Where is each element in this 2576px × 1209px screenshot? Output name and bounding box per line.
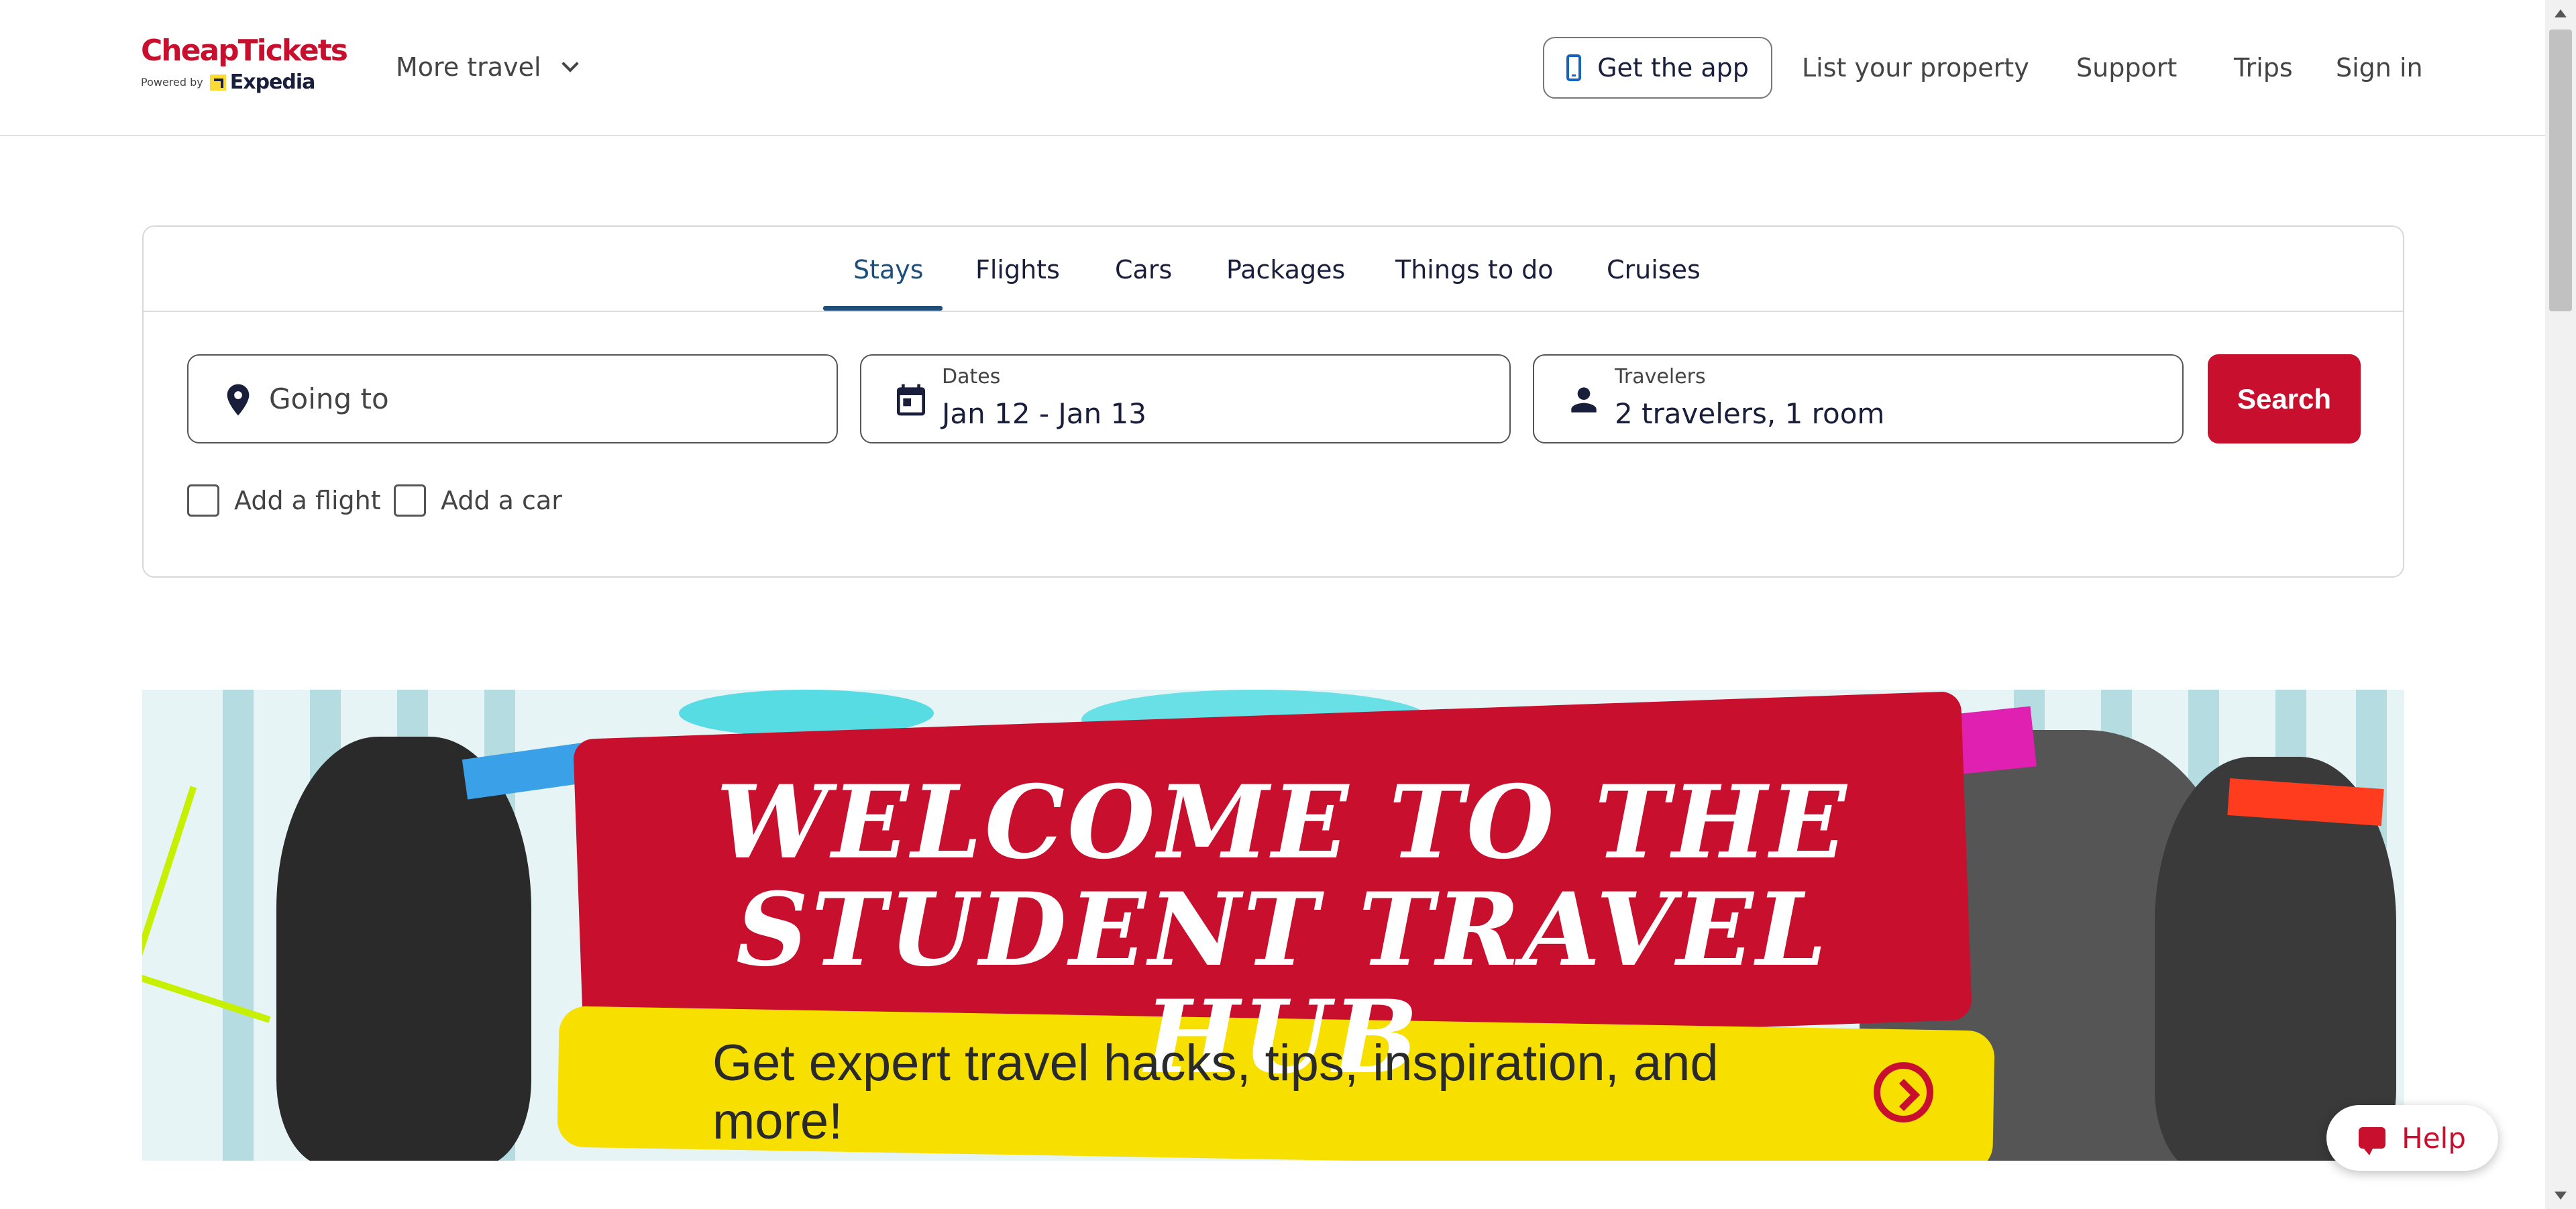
dates-value: Jan 12 - Jan 13: [942, 397, 1146, 430]
search-tabs: Stays Flights Cars Packages Things to do…: [144, 227, 2403, 312]
help-button[interactable]: Help: [2326, 1105, 2498, 1171]
tab-packages[interactable]: Packages: [1226, 227, 1345, 312]
scroll-thumb[interactable]: [2549, 30, 2572, 311]
calendar-icon: [897, 384, 925, 416]
add-flight-label: Add a flight: [234, 486, 381, 515]
expedia-wordmark: Expedia: [229, 70, 316, 94]
travelers-label: Travelers: [1615, 365, 1706, 388]
active-tab-indicator: [823, 306, 943, 311]
list-your-property-link[interactable]: List your property: [1802, 47, 2029, 89]
banner-subline-text: Get expert travel hacks, tips, inspirati…: [712, 1035, 1719, 1150]
add-car-label: Add a car: [441, 486, 562, 515]
cheaptickets-logo[interactable]: CheapTickets Powered by Expedia: [141, 34, 348, 101]
location-pin-icon: [227, 384, 250, 416]
tab-things-to-do[interactable]: Things to do: [1395, 227, 1554, 312]
logo-wordmark: CheapTickets: [141, 34, 348, 68]
chevron-down-icon: [561, 55, 579, 72]
tab-flights[interactable]: Flights: [975, 227, 1060, 312]
logo-powered-by: Powered by Expedia: [141, 70, 329, 94]
scroll-down-arrow-icon[interactable]: [2555, 1192, 2567, 1200]
powered-by-text: Powered by: [141, 76, 203, 89]
going-to-field[interactable]: Going to: [187, 354, 838, 443]
student-figure-left: [276, 737, 531, 1161]
banner-subline: Get expert travel hacks, tips, inspirati…: [712, 1035, 1933, 1150]
add-car-checkbox[interactable]: [394, 484, 426, 517]
chat-bubble-icon: [2359, 1127, 2386, 1155]
tab-cars[interactable]: Cars: [1115, 227, 1172, 312]
page-scrollbar[interactable]: [2545, 0, 2576, 1209]
arrow-right-circle-icon[interactable]: [1873, 1062, 1933, 1122]
phone-icon: [1566, 54, 1582, 81]
get-the-app-label: Get the app: [1597, 53, 1749, 83]
more-travel-menu[interactable]: More travel: [396, 47, 579, 87]
add-car-option[interactable]: Add a car: [394, 482, 562, 519]
site-header: CheapTickets Powered by Expedia More tra…: [0, 0, 2545, 136]
dates-field[interactable]: Dates Jan 12 - Jan 13: [860, 354, 1511, 443]
expedia-arrow-icon: [209, 74, 226, 91]
help-label: Help: [2402, 1121, 2466, 1155]
travelers-value: 2 travelers, 1 room: [1615, 397, 1885, 430]
more-travel-label: More travel: [396, 52, 541, 82]
get-the-app-button[interactable]: Get the app: [1543, 37, 1772, 99]
scroll-up-arrow-icon[interactable]: [2555, 9, 2567, 17]
add-flight-option[interactable]: Add a flight: [187, 482, 381, 519]
sign-in-link[interactable]: Sign in: [2336, 47, 2423, 89]
support-link[interactable]: Support: [2076, 47, 2177, 89]
headline-line-1: WELCOME TO THE: [716, 764, 1849, 882]
add-flight-checkbox[interactable]: [187, 484, 219, 517]
tab-stays[interactable]: Stays: [853, 227, 924, 312]
search-card: Stays Flights Cars Packages Things to do…: [142, 225, 2404, 578]
travelers-field[interactable]: Travelers 2 travelers, 1 room: [1533, 354, 2184, 443]
tab-cruises[interactable]: Cruises: [1607, 227, 1701, 312]
going-to-placeholder: Going to: [269, 382, 389, 415]
student-travel-hub-banner[interactable]: WELCOME TO THE STUDENT TRAVEL HUB Get ex…: [142, 690, 2404, 1161]
trips-link[interactable]: Trips: [2234, 47, 2293, 89]
person-icon: [1571, 387, 1597, 413]
search-button[interactable]: Search: [2208, 354, 2361, 443]
dates-label: Dates: [942, 365, 1001, 388]
